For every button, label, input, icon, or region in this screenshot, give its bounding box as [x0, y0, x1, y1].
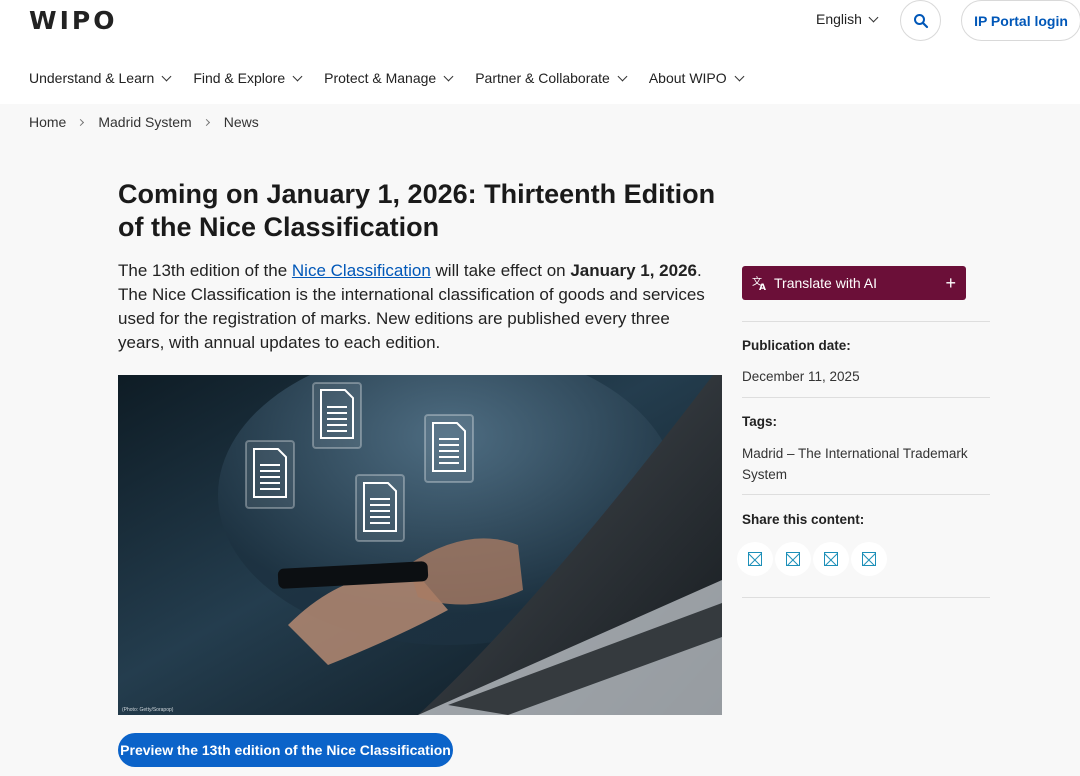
nav-label: Protect & Manage: [324, 70, 437, 86]
nav-label: Partner & Collaborate: [475, 70, 610, 86]
chevron-down-icon: [161, 71, 172, 81]
sidebar-divider: [742, 494, 990, 495]
chevron-down-icon: [734, 71, 745, 81]
translate-label: Translate with AI: [774, 275, 877, 291]
share-buttons: [737, 542, 887, 576]
tags-label: Tags:: [742, 414, 778, 429]
plus-icon: +: [945, 272, 956, 293]
language-selector[interactable]: English: [816, 11, 879, 27]
share-content-label: Share this content:: [742, 512, 865, 527]
breadcrumb-home[interactable]: Home: [29, 114, 66, 130]
sidebar-divider: [742, 397, 990, 398]
chevron-down-icon: [617, 71, 628, 81]
share-button-4[interactable]: [851, 542, 887, 576]
nav-understand-learn[interactable]: Understand & Learn: [29, 70, 172, 86]
site-header: WIPO English IP Portal login Understand …: [0, 0, 1080, 104]
nice-classification-link[interactable]: Nice Classification: [292, 261, 431, 280]
nav-find-explore[interactable]: Find & Explore: [193, 70, 303, 86]
wipo-logo[interactable]: WIPO: [29, 6, 117, 35]
page-title: Coming on January 1, 2026: Thirteenth Ed…: [118, 179, 716, 242]
nav-label: Find & Explore: [193, 70, 286, 86]
article-lead: The 13th edition of the Nice Classificat…: [118, 259, 718, 355]
tag-madrid-link[interactable]: Madrid – The International Trademark Sys…: [742, 443, 990, 485]
preview-13th-edition-button[interactable]: Preview the 13th edition of the Nice Cla…: [118, 733, 453, 767]
search-icon: [913, 13, 928, 28]
nav-label: About WIPO: [648, 70, 727, 86]
breadcrumb-news: News: [223, 114, 259, 130]
breadcrumb-madrid-system[interactable]: Madrid System: [98, 114, 191, 130]
share-button-2[interactable]: [775, 542, 811, 576]
translate-icon: 文 A: [752, 275, 766, 291]
language-label: English: [816, 11, 862, 27]
search-button[interactable]: [900, 0, 941, 41]
chevron-right-icon: [77, 118, 85, 126]
nav-label: Understand & Learn: [29, 70, 155, 86]
svg-text:A: A: [759, 283, 766, 291]
share-icon: [862, 552, 876, 566]
chevron-down-icon: [443, 71, 454, 81]
main-nav: Understand & Learn Find & Explore Protec…: [29, 70, 745, 86]
sidebar-divider: [742, 321, 990, 322]
hero-illustration: (Photo: Getty/Sorapop): [118, 375, 722, 715]
breadcrumb: Home Madrid System News: [29, 114, 259, 130]
hero-image: (Photo: Getty/Sorapop): [118, 375, 722, 715]
nav-partner-collaborate[interactable]: Partner & Collaborate: [475, 70, 628, 86]
sidebar-divider: [742, 597, 990, 598]
lead-date: January 1, 2026: [570, 261, 697, 280]
translate-with-ai-button[interactable]: 文 A Translate with AI +: [742, 266, 966, 300]
share-icon: [748, 552, 762, 566]
share-button-3[interactable]: [813, 542, 849, 576]
nav-about-wipo[interactable]: About WIPO: [648, 70, 745, 86]
share-icon: [824, 552, 838, 566]
share-icon: [786, 552, 800, 566]
ip-portal-login-button[interactable]: IP Portal login: [961, 0, 1080, 41]
photo-credit: (Photo: Getty/Sorapop): [122, 707, 174, 713]
chevron-down-icon: [868, 12, 879, 22]
lead-middle: will take effect on: [430, 261, 571, 280]
nav-protect-manage[interactable]: Protect & Manage: [324, 70, 454, 86]
publication-date-label: Publication date:: [742, 338, 851, 353]
chevron-right-icon: [202, 118, 210, 126]
chevron-down-icon: [292, 71, 303, 81]
publication-date-value: December 11, 2025: [742, 369, 860, 384]
lead-prefix: The 13th edition of the: [118, 261, 292, 280]
share-button-1[interactable]: [737, 542, 773, 576]
